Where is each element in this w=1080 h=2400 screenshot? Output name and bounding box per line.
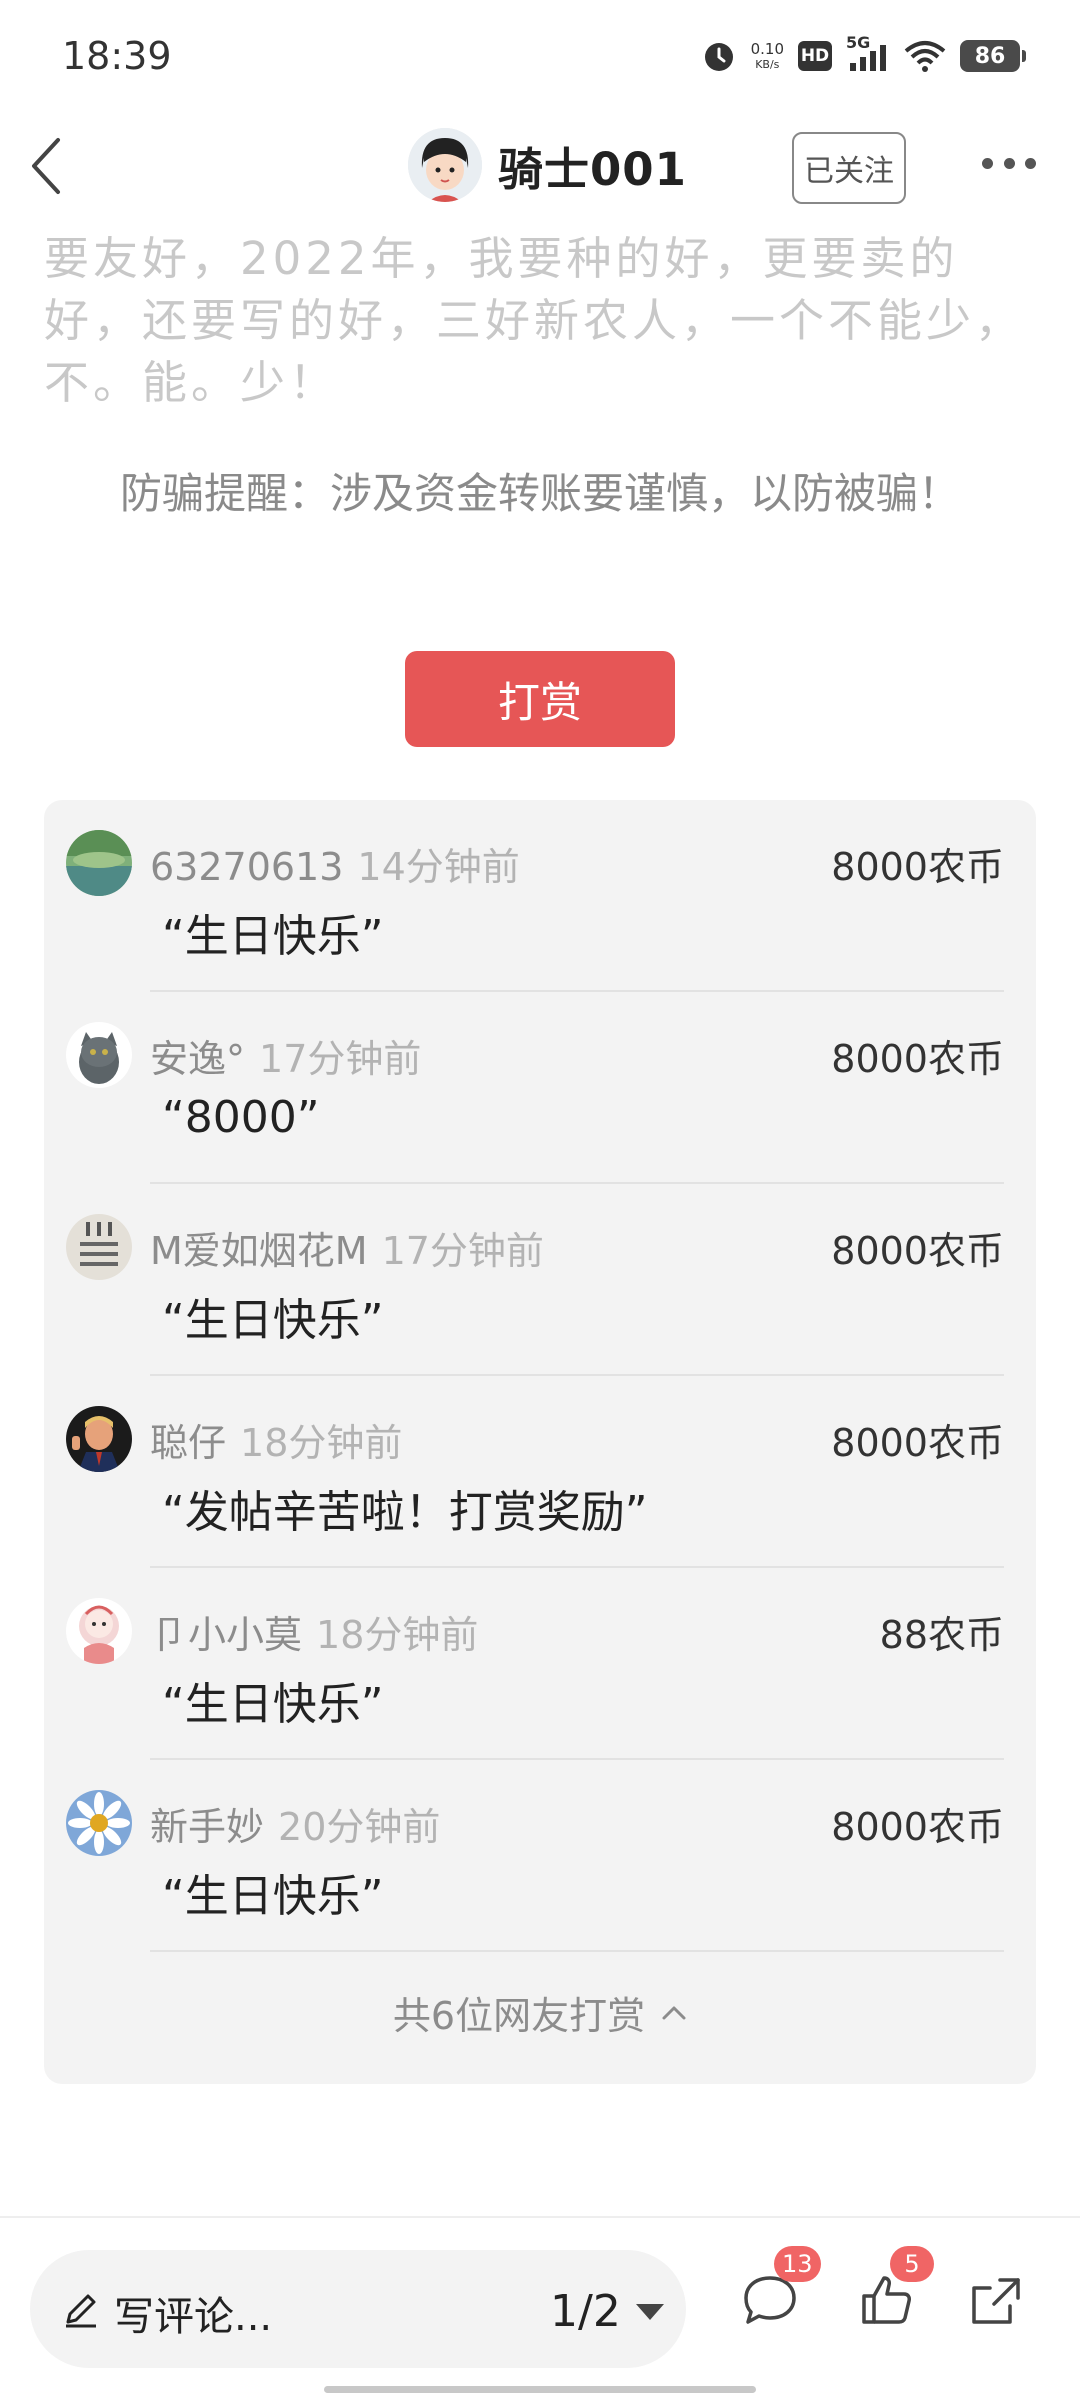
like-button[interactable]: 5 (856, 2246, 934, 2340)
avatar[interactable] (66, 1022, 132, 1088)
network-speed-unit: KB/s (755, 58, 780, 71)
author-info[interactable]: 骑士001 (408, 128, 687, 202)
back-icon[interactable] (26, 136, 66, 196)
reward-user[interactable]: 63270613 14分钟前 (150, 836, 520, 891)
reward-message: “生日快乐” (162, 1871, 384, 1922)
reward-item: M爱如烟花M 17分钟前 8000农币 “生日快乐” (44, 1184, 1036, 1376)
avatar[interactable] (66, 1790, 132, 1856)
reward-amount: 8000农币 (831, 1421, 1004, 1465)
reward-user-name[interactable]: M爱如烟花M (150, 1229, 368, 1273)
comment-count-badge: 13 (774, 2246, 821, 2282)
reward-summary[interactable]: 共6位网友打赏 (393, 1985, 645, 2040)
reward-user[interactable]: M爱如烟花M 17分钟前 (150, 1220, 544, 1275)
reward-summary-toggle[interactable]: 共6位网友打赏 (44, 1976, 1036, 2048)
fraud-warning: 防骗提醒：涉及资金转账要谨慎，以防被骗！ (119, 469, 960, 518)
reward-time: 17分钟前 (259, 1037, 422, 1081)
reward-user[interactable]: 聪仔 18分钟前 (150, 1412, 402, 1467)
share-button[interactable] (966, 2270, 1036, 2340)
reward-message: “生日快乐” (162, 1679, 384, 1730)
battery-icon: 86 (960, 40, 1026, 72)
post-header: 骑士001 已关注 (0, 116, 1080, 220)
pencil-icon (66, 2294, 96, 2328)
comment-input[interactable]: 写评论... 1/2 (30, 2250, 686, 2368)
network-speed: 0.10 KB/s (750, 40, 784, 71)
reward-user-name[interactable]: 安逸° (150, 1037, 245, 1081)
reward-item: 卩小小莫 18分钟前 88农币 “生日快乐” (44, 1568, 1036, 1760)
reward-item: 安逸° 17分钟前 8000农币 “8000” (44, 992, 1036, 1184)
status-time: 18:39 (62, 34, 172, 78)
reward-amount: 8000农币 (831, 1037, 1004, 1081)
reward-item: 新手妙 20分钟前 8000农币 “生日快乐” (44, 1760, 1036, 1952)
author-name[interactable]: 骑士001 (498, 133, 687, 198)
reward-time: 14分钟前 (357, 845, 520, 889)
more-options-icon[interactable] (982, 154, 1036, 172)
chevron-up-icon[interactable] (661, 2003, 687, 2021)
reward-list: 63270613 14分钟前 8000农币 “生日快乐” 安逸° 17分钟前 800… (44, 800, 1036, 2084)
avatar[interactable] (66, 1406, 132, 1472)
reward-time: 17分钟前 (381, 1229, 544, 1273)
reward-item: 63270613 14分钟前 8000农币 “生日快乐” (44, 800, 1036, 992)
reward-message: “生日快乐” (162, 911, 384, 962)
network-speed-value: 0.10 (750, 40, 784, 58)
avatar[interactable] (66, 1598, 132, 1664)
avatar[interactable] (66, 830, 132, 896)
like-count-badge: 5 (890, 2246, 934, 2282)
reward-message: “8000” (162, 1092, 320, 1143)
status-bar: 18:39 0.10 KB/s HD 5G 86 (0, 0, 1080, 116)
share-icon[interactable] (966, 2270, 1026, 2330)
reward-user-name[interactable]: 卩小小莫 (150, 1613, 302, 1657)
reward-amount: 8000农币 (831, 845, 1004, 889)
hd-icon: HD (798, 41, 832, 71)
reward-message: “生日快乐” (162, 1295, 384, 1346)
avatar[interactable] (66, 1214, 132, 1280)
caret-down-icon[interactable] (636, 2304, 664, 2320)
reward-user-name[interactable]: 聪仔 (150, 1421, 226, 1465)
reward-button[interactable]: 打赏 (405, 651, 675, 747)
reward-time: 20分钟前 (278, 1805, 441, 1849)
reward-item: 聪仔 18分钟前 8000农币 “发帖辛苦啦！打赏奖励” (44, 1376, 1036, 1568)
reward-amount: 88农币 (879, 1613, 1004, 1657)
comments-button[interactable]: 13 (740, 2246, 821, 2340)
post-text: 要友好，2022年，我要种的好，更要卖的好，还要写的好，三好新农人，一个不能少，… (44, 232, 1025, 409)
reward-user-name[interactable]: 63270613 (150, 845, 343, 889)
home-indicator[interactable] (324, 2386, 756, 2393)
avatar[interactable] (408, 128, 482, 202)
divider (0, 2216, 1080, 2218)
reward-amount: 8000农币 (831, 1229, 1004, 1273)
reward-time: 18分钟前 (240, 1421, 403, 1465)
reward-user[interactable]: 新手妙 20分钟前 (150, 1796, 440, 1851)
signal-icon: 5G (846, 33, 890, 73)
reward-user-name[interactable]: 新手妙 (150, 1805, 264, 1849)
page-indicator[interactable]: 1/2 (550, 2286, 621, 2337)
comment-placeholder[interactable]: 写评论... (114, 2284, 272, 2342)
alarm-icon (704, 43, 733, 71)
follow-button[interactable]: 已关注 (792, 132, 906, 204)
reward-time: 18分钟前 (316, 1613, 479, 1657)
reward-amount: 8000农币 (831, 1805, 1004, 1849)
wifi-icon (904, 41, 946, 72)
status-icons: 0.10 KB/s HD 5G 86 (701, 33, 1026, 78)
reward-user[interactable]: 安逸° 17分钟前 (150, 1028, 421, 1083)
network-type-label: 5G (846, 33, 871, 52)
reward-message: “发帖辛苦啦！打赏奖励” (162, 1487, 648, 1538)
divider (150, 1950, 1004, 1952)
reward-user[interactable]: 卩小小莫 18分钟前 (150, 1604, 478, 1659)
